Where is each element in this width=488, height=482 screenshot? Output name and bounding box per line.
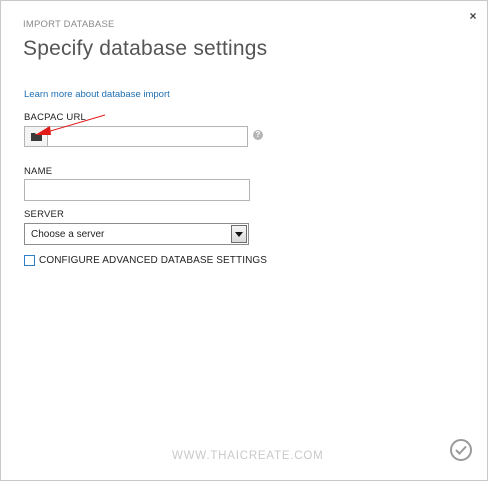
dialog-kicker: IMPORT DATABASE (23, 19, 115, 30)
name-label: NAME (24, 166, 53, 177)
server-select-value: Choose a server (31, 229, 105, 240)
close-button[interactable]: × (467, 10, 479, 22)
confirm-button[interactable] (450, 439, 472, 461)
chevron-down-icon (235, 232, 243, 237)
folder-icon[interactable] (31, 132, 42, 141)
dropdown-arrow-button[interactable] (231, 225, 247, 243)
advanced-settings-label[interactable]: CONFIGURE ADVANCED DATABASE SETTINGS (39, 255, 267, 266)
browse-folder-button[interactable] (25, 127, 48, 146)
bacpac-url-input[interactable] (48, 127, 253, 146)
server-label: SERVER (24, 209, 65, 220)
advanced-settings-checkbox[interactable] (24, 255, 35, 266)
bacpac-url-field (24, 126, 253, 147)
database-name-input[interactable] (24, 179, 250, 201)
watermark-text: WWW.THAICREATE.COM (172, 450, 324, 462)
close-icon[interactable]: × (469, 9, 476, 23)
server-select[interactable]: Choose a server (24, 223, 249, 245)
checkmark-icon (455, 445, 467, 455)
bacpac-url-label: BACPAC URL (24, 112, 87, 123)
help-icon[interactable]: ? (253, 130, 263, 140)
learn-more-link[interactable]: Learn more about database import (24, 89, 170, 100)
page-title: Specify database settings (23, 37, 268, 60)
dialog-window: IMPORT DATABASE Specify database setting… (0, 0, 488, 481)
